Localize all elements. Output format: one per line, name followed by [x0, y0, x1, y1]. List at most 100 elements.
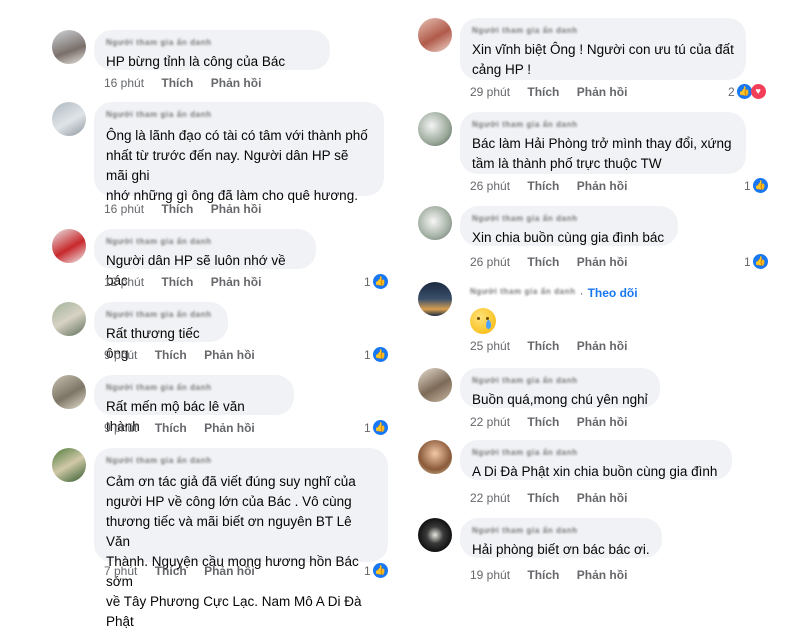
avatar[interactable]: [52, 102, 86, 136]
reply-button[interactable]: Phản hồi: [211, 202, 262, 216]
avatar[interactable]: [418, 112, 452, 146]
commenter-name[interactable]: Người tham gia ẩn danh: [472, 120, 734, 132]
reply-button[interactable]: Phản hồi: [211, 76, 262, 90]
like-button[interactable]: Thích: [527, 415, 559, 429]
reply-button[interactable]: Phản hồi: [577, 85, 628, 99]
like-button[interactable]: Thích: [155, 348, 187, 362]
comment-time[interactable]: 29 phút: [470, 85, 510, 99]
reply-button[interactable]: Phản hồi: [204, 348, 255, 362]
reaction-count[interactable]: 1 👍: [364, 420, 388, 435]
reply-button[interactable]: Phản hồi: [204, 421, 255, 435]
comment-bubble: Người tham gia ẩn danh Cảm ơn tác giả đã…: [94, 448, 388, 629]
comment-bubble: Người tham gia ẩn danh Xin vĩnh biệt Ông…: [460, 18, 746, 80]
like-button[interactable]: Thích: [527, 255, 559, 269]
comment-meta: 22 phút Thích Phản hồi: [470, 415, 641, 429]
comment-time[interactable]: 16 phút: [104, 76, 144, 90]
commenter-name[interactable]: Người tham gia ẩn danh: [472, 376, 648, 388]
like-button[interactable]: Thích: [155, 421, 187, 435]
comment-time[interactable]: 9 phút: [104, 421, 137, 435]
comment-bubble: Người tham gia ẩn danh A Di Đà Phật xin …: [460, 440, 732, 480]
comment-meta: 29 phút Thích Phản hồi: [470, 85, 641, 99]
reaction-count[interactable]: 1 👍: [364, 563, 388, 578]
like-button[interactable]: Thích: [527, 491, 559, 505]
comment-text: Cảm ơn tác giả đã viết đúng suy nghĩ của…: [106, 474, 362, 629]
comment-time[interactable]: 7 phút: [104, 564, 137, 578]
like-reaction-icon: 👍: [752, 254, 768, 269]
commenter-name[interactable]: Người tham gia ẩn danh: [472, 526, 650, 538]
like-button[interactable]: Thích: [527, 339, 559, 353]
heart-reaction-icon: ♥: [750, 84, 766, 99]
comment-time[interactable]: 16 phút: [104, 202, 144, 216]
like-button[interactable]: Thích: [161, 76, 193, 90]
commenter-name[interactable]: Người tham gia ẩn danh: [106, 38, 318, 50]
commenter-name[interactable]: Người tham gia ẩn danh: [472, 214, 666, 226]
comment-time[interactable]: 19 phút: [470, 568, 510, 582]
avatar[interactable]: [418, 440, 452, 474]
commenter-name[interactable]: Người tham gia ẩn danh: [106, 456, 376, 468]
reply-button[interactable]: Phản hồi: [577, 255, 628, 269]
reaction-count[interactable]: 1 👍: [744, 178, 768, 193]
commenter-name[interactable]: Người tham gia ẩn danh: [106, 383, 282, 395]
reaction-number: 1: [744, 254, 751, 269]
like-button[interactable]: Thích: [155, 564, 187, 578]
avatar[interactable]: [418, 368, 452, 402]
reaction-count[interactable]: 1 👍: [744, 254, 768, 269]
reaction-count[interactable]: 1 👍: [364, 274, 388, 289]
reply-button[interactable]: Phản hồi: [577, 339, 628, 353]
commenter-name[interactable]: Người tham gia ẩn danh: [472, 448, 720, 460]
reply-button[interactable]: Phản hồi: [577, 491, 628, 505]
comment-text: Hải phòng biết ơn bác bác ơi.: [472, 542, 650, 557]
reaction-number: 2: [728, 84, 735, 99]
like-reaction-icon: 👍: [372, 420, 388, 435]
like-button[interactable]: Thích: [527, 568, 559, 582]
comment-time[interactable]: 9 phút: [104, 348, 137, 362]
like-button[interactable]: Thích: [161, 275, 193, 289]
like-button[interactable]: Thích: [527, 179, 559, 193]
avatar[interactable]: [418, 206, 452, 240]
avatar[interactable]: [418, 18, 452, 52]
separator-dot: ·: [579, 286, 584, 300]
comment-meta: 12 phút Thích Phản hồi: [104, 275, 275, 289]
commenter-name[interactable]: Người tham gia ẩn danh: [106, 110, 372, 122]
commenter-name[interactable]: Người tham gia ẩn danh: [470, 287, 576, 299]
reply-button[interactable]: Phản hồi: [211, 275, 262, 289]
follow-button[interactable]: Theo dõi: [588, 286, 638, 300]
reaction-number: 1: [364, 563, 371, 578]
comment-bubble: Người tham gia ẩn danh Xin chia buồn cùn…: [460, 206, 678, 246]
comment-meta: 9 phút Thích Phản hồi: [104, 348, 269, 362]
like-button[interactable]: Thích: [161, 202, 193, 216]
reaction-count[interactable]: 2 👍 ♥: [728, 84, 766, 99]
avatar[interactable]: [418, 282, 452, 316]
reaction-number: 1: [364, 420, 371, 435]
commenter-name[interactable]: Người tham gia ẩn danh: [106, 237, 304, 249]
reply-button[interactable]: Phản hồi: [577, 415, 628, 429]
comment-time[interactable]: 26 phút: [470, 179, 510, 193]
comment-meta: 19 phút Thích Phản hồi: [470, 568, 641, 582]
reply-button[interactable]: Phản hồi: [204, 564, 255, 578]
reaction-number: 1: [744, 178, 751, 193]
comment-time[interactable]: 12 phút: [104, 275, 144, 289]
like-reaction-icon: 👍: [752, 178, 768, 193]
comment-time[interactable]: 25 phút: [470, 339, 510, 353]
comment-time[interactable]: 26 phút: [470, 255, 510, 269]
avatar[interactable]: [52, 229, 86, 263]
comment-bubble: Người tham gia ẩn danh Rất mến mộ bác lê…: [94, 375, 294, 434]
comment-time[interactable]: 22 phút: [470, 415, 510, 429]
reaction-count[interactable]: 1 👍: [364, 347, 388, 362]
commenter-name[interactable]: Người tham gia ẩn danh: [472, 26, 734, 38]
avatar[interactable]: [52, 375, 86, 409]
commenter-name[interactable]: Người tham gia ẩn danh: [106, 310, 216, 322]
avatar[interactable]: [52, 448, 86, 482]
like-button[interactable]: Thích: [527, 85, 559, 99]
reply-button[interactable]: Phản hồi: [577, 179, 628, 193]
avatar[interactable]: [52, 30, 86, 64]
avatar[interactable]: [418, 518, 452, 552]
comment-text: Bác làm Hải Phòng trở mình thay đổi, xứn…: [472, 136, 732, 171]
reply-button[interactable]: Phản hồi: [577, 568, 628, 582]
comment-bubble: Người tham gia ẩn danh Rất thương tiếc ô…: [94, 302, 228, 361]
comment-time[interactable]: 22 phút: [470, 491, 510, 505]
comment-meta: 9 phút Thích Phản hồi: [104, 421, 269, 435]
avatar[interactable]: [52, 302, 86, 336]
comment-bubble: Người tham gia ẩn danh HP bừng tỉnh là c…: [94, 30, 330, 70]
comment-text: A Di Đà Phật xin chia buồn cùng gia đình: [472, 464, 718, 479]
